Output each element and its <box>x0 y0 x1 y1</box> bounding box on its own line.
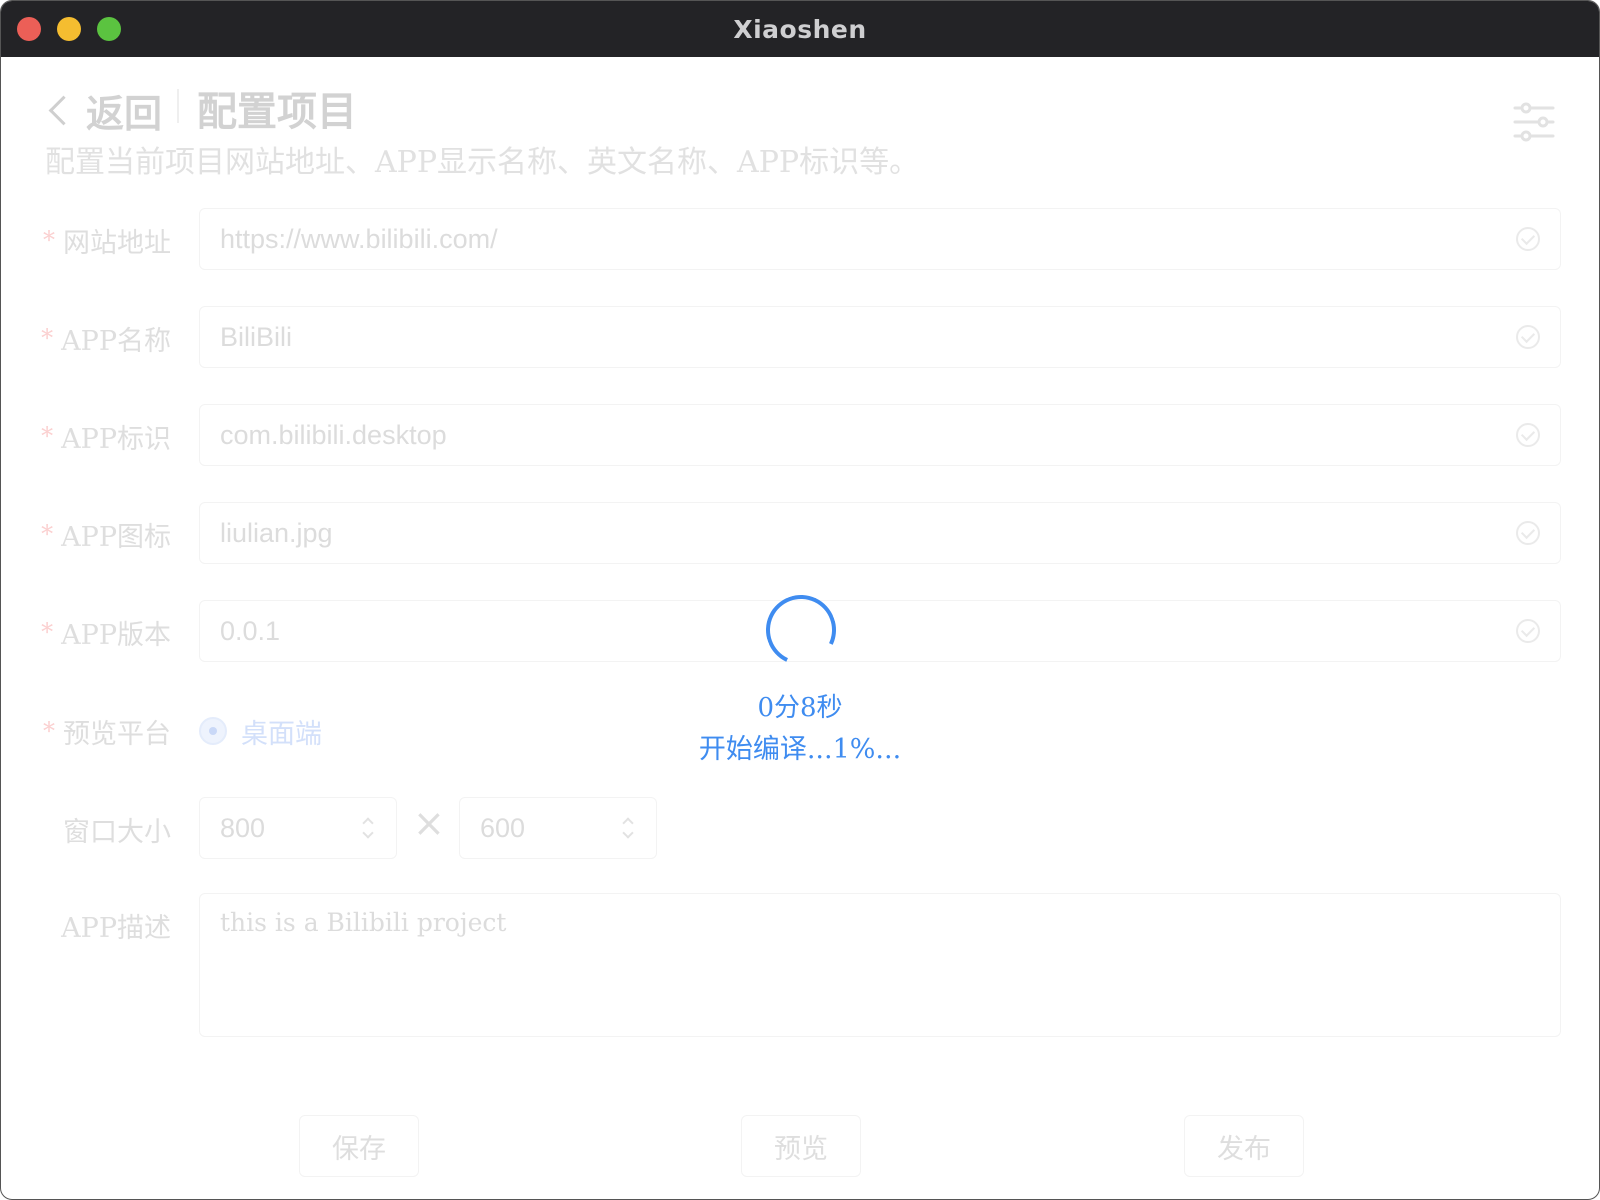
close-window-button[interactable] <box>17 17 41 41</box>
window-title: Xiaoshen <box>733 14 867 44</box>
loading-elapsed-time: 0分8秒 <box>757 693 843 723</box>
minimize-window-button[interactable] <box>57 17 81 41</box>
title-bar: Xiaoshen <box>1 1 1599 57</box>
loading-overlay: 0分8秒 开始编译...1%... <box>1 57 1599 1199</box>
app-window: Xiaoshen 返回 配置项目 配置当前项目网站地址、APP显示名称、英文名称… <box>0 0 1600 1200</box>
maximize-window-button[interactable] <box>97 17 121 41</box>
loading-status-text: 开始编译...1%... <box>698 734 902 765</box>
spinner-icon <box>756 585 846 675</box>
